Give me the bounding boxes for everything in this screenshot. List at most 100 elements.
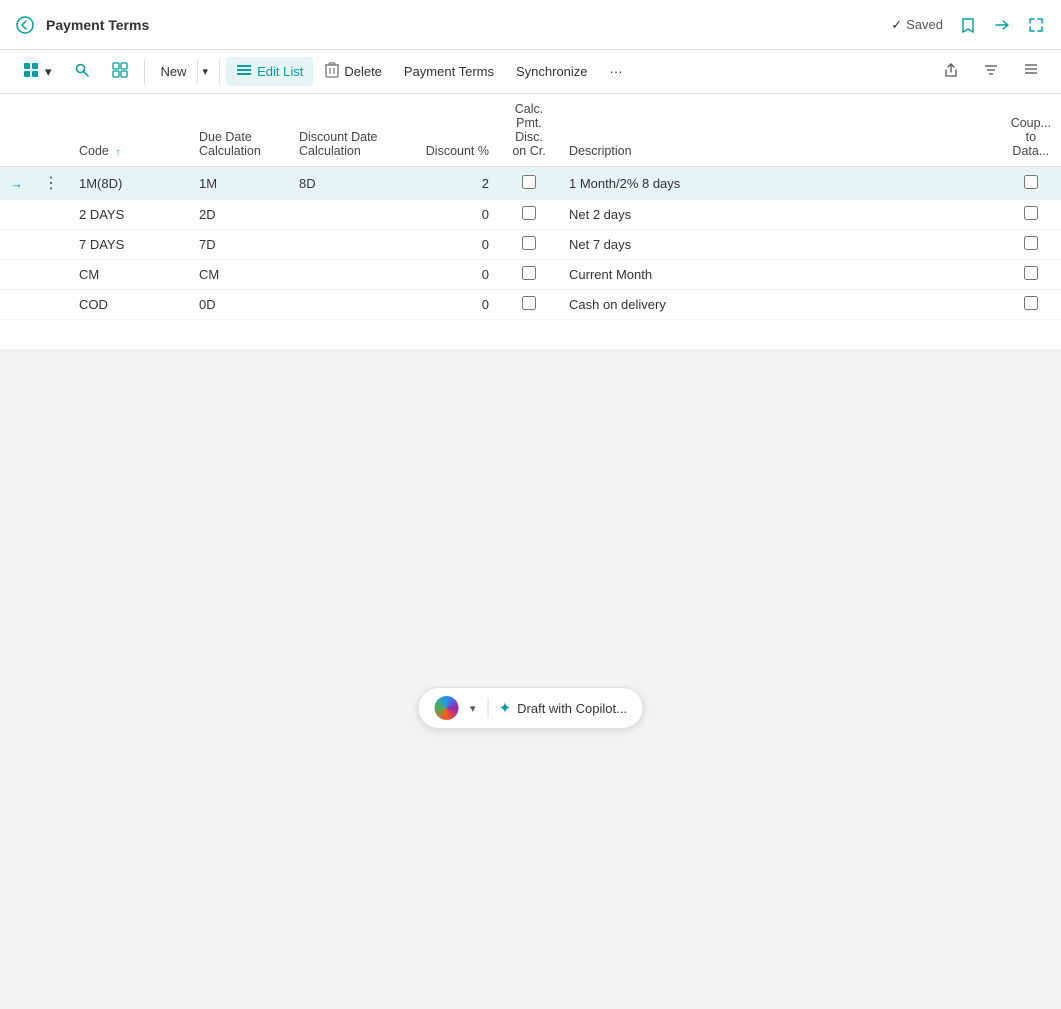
filter-button[interactable] — [973, 57, 1009, 86]
code-cell: 7 DAYS — [69, 230, 189, 260]
col-calc-pmt[interactable]: Calc.Pmt.Disc.on Cr. — [499, 94, 559, 167]
payment-terms-table: Code ↑ Due DateCalculation Discount Date… — [0, 94, 1061, 350]
code-cell: COD — [69, 290, 189, 320]
coup-to-data-cell[interactable] — [1001, 167, 1061, 200]
top-bar: Payment Terms ✓ Saved — [0, 0, 1061, 50]
description-cell: Current Month — [559, 260, 1001, 290]
new-dropdown-button[interactable]: ▾ — [197, 60, 214, 83]
columns-button[interactable] — [1013, 57, 1049, 86]
due-date-cell: 2D — [189, 200, 289, 230]
new-button[interactable]: New — [151, 59, 197, 84]
three-dot-icon[interactable]: ⋮ — [43, 175, 59, 192]
table-row[interactable]: → ⋮ 1M(8D) 1M 8D 2 1 Month/2% 8 days — [0, 167, 1061, 200]
description-cell: Cash on delivery — [559, 290, 1001, 320]
table-header-row: Code ↑ Due DateCalculation Discount Date… — [0, 94, 1061, 167]
coup-to-data-cell[interactable] — [1001, 260, 1061, 290]
col-indicator — [0, 94, 33, 167]
description-cell: Net 2 days — [559, 200, 1001, 230]
discount-date-cell: 8D — [289, 167, 409, 200]
edit-list-button[interactable]: Edit List — [226, 57, 313, 86]
row-context-menu[interactable] — [33, 260, 69, 290]
calc-pmt-checkbox[interactable] — [522, 236, 536, 250]
layout-button[interactable] — [102, 57, 138, 86]
divider-2 — [219, 60, 220, 84]
edit-list-icon — [236, 62, 252, 81]
coup-to-data-checkbox[interactable] — [1024, 236, 1038, 250]
toolbar: ▾ New ▾ Edit List Delete Payment Terms — [0, 50, 1061, 94]
table-row[interactable]: 7 DAYS 7D 0 Net 7 days — [0, 230, 1061, 260]
row-arrow: → — [0, 167, 33, 200]
discount-date-cell — [289, 290, 409, 320]
calc-pmt-cell[interactable] — [499, 200, 559, 230]
main-content: Code ↑ Due DateCalculation Discount Date… — [0, 94, 1061, 350]
more-button[interactable]: ··· — [600, 59, 633, 84]
top-right-actions: ✓ Saved — [891, 16, 1045, 34]
due-date-cell: CM — [189, 260, 289, 290]
more-icon: ··· — [610, 64, 623, 79]
row-context-menu[interactable]: ⋮ — [33, 167, 69, 200]
expand-button[interactable] — [1027, 16, 1045, 34]
toolbar-right — [933, 57, 1049, 86]
col-menu — [33, 94, 69, 167]
synchronize-button[interactable]: Synchronize — [506, 59, 598, 84]
search-button[interactable] — [64, 57, 100, 86]
row-context-menu[interactable] — [33, 290, 69, 320]
col-discount-date[interactable]: Discount DateCalculation — [289, 94, 409, 167]
coup-to-data-checkbox[interactable] — [1024, 175, 1038, 189]
col-coup[interactable]: Coup...toData... — [1001, 94, 1061, 167]
col-description[interactable]: Description — [559, 94, 1001, 167]
draft-icon: ✦ — [499, 699, 512, 717]
table-row[interactable]: CM CM 0 Current Month — [0, 260, 1061, 290]
coup-to-data-cell[interactable] — [1001, 200, 1061, 230]
back-button[interactable] — [16, 16, 34, 34]
page-title: Payment Terms — [46, 17, 891, 33]
discount-date-cell — [289, 260, 409, 290]
table-row[interactable]: 2 DAYS 2D 0 Net 2 days — [0, 200, 1061, 230]
coup-to-data-cell[interactable] — [1001, 230, 1061, 260]
col-discount-pct[interactable]: Discount % — [409, 94, 499, 167]
discount-pct-cell: 0 — [409, 260, 499, 290]
row-context-menu[interactable] — [33, 230, 69, 260]
copilot-dropdown-button[interactable]: ▾ — [468, 702, 478, 715]
check-icon: ✓ — [891, 17, 902, 33]
coup-to-data-cell[interactable] — [1001, 290, 1061, 320]
divider-1 — [144, 60, 145, 84]
col-code[interactable]: Code ↑ — [69, 94, 189, 167]
coup-to-data-checkbox[interactable] — [1024, 266, 1038, 280]
table-row[interactable]: COD 0D 0 Cash on delivery — [0, 290, 1061, 320]
calc-pmt-cell[interactable] — [499, 260, 559, 290]
copilot-divider — [488, 698, 489, 718]
sort-icon: ↑ — [115, 147, 120, 158]
new-dropdown-icon: ▾ — [203, 65, 209, 78]
app-menu-dropdown-icon: ▾ — [45, 64, 52, 80]
calc-pmt-cell[interactable] — [499, 167, 559, 200]
calc-pmt-cell[interactable] — [499, 230, 559, 260]
calc-pmt-cell[interactable] — [499, 290, 559, 320]
calc-pmt-checkbox[interactable] — [522, 296, 536, 310]
discount-pct-cell: 0 — [409, 230, 499, 260]
calc-pmt-checkbox[interactable] — [522, 206, 536, 220]
col-due-date[interactable]: Due DateCalculation — [189, 94, 289, 167]
delete-icon — [325, 62, 339, 81]
delete-button[interactable]: Delete — [315, 57, 392, 86]
due-date-cell: 0D — [189, 290, 289, 320]
new-split-control: New ▾ — [151, 59, 214, 84]
payment-terms-button[interactable]: Payment Terms — [394, 59, 504, 84]
coup-to-data-checkbox[interactable] — [1024, 206, 1038, 220]
calc-pmt-checkbox[interactable] — [522, 175, 536, 189]
row-context-menu[interactable] — [33, 200, 69, 230]
toolbar-share-button[interactable] — [933, 57, 969, 86]
row-arrow — [0, 290, 33, 320]
coup-to-data-checkbox[interactable] — [1024, 296, 1038, 310]
due-date-cell: 1M — [189, 167, 289, 200]
search-icon — [74, 62, 90, 81]
share-button[interactable] — [993, 16, 1011, 34]
calc-pmt-checkbox[interactable] — [522, 266, 536, 280]
empty-row — [0, 320, 1061, 350]
description-cell: Net 7 days — [559, 230, 1001, 260]
copilot-logo-icon — [434, 696, 458, 720]
bookmark-button[interactable] — [959, 16, 977, 34]
draft-with-copilot-button[interactable]: ✦ Draft with Copilot... — [499, 699, 627, 717]
app-menu-button[interactable]: ▾ — [12, 56, 62, 87]
saved-status: ✓ Saved — [891, 17, 943, 33]
